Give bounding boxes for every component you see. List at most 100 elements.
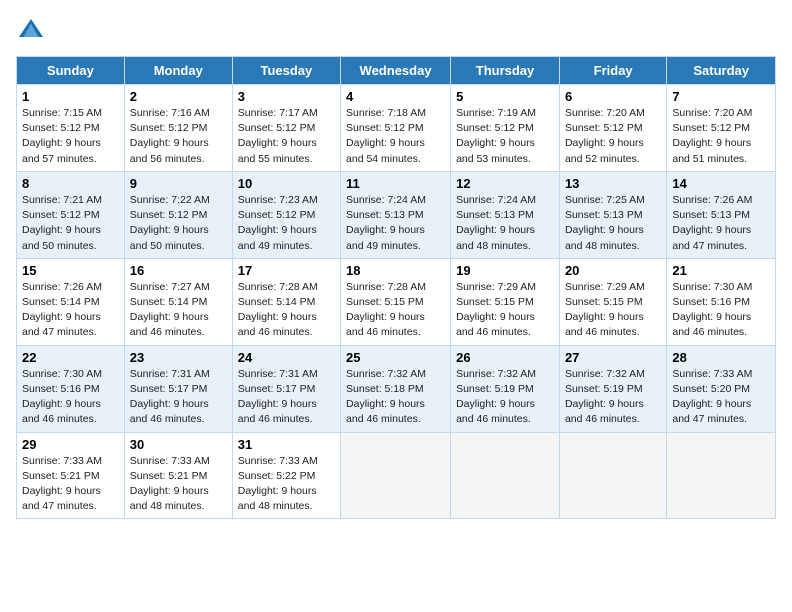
calendar-cell: 2 Sunrise: 7:16 AMSunset: 5:12 PMDaylight… bbox=[124, 85, 232, 172]
day-info: Sunrise: 7:21 AMSunset: 5:12 PMDaylight:… bbox=[22, 193, 119, 254]
day-number: 5 bbox=[456, 89, 554, 104]
day-number: 15 bbox=[22, 263, 119, 278]
calendar-cell: 30Sunrise: 7:33 AMSunset: 5:21 PMDayligh… bbox=[124, 432, 232, 519]
day-number: 17 bbox=[238, 263, 335, 278]
week-row-5: 29 Sunrise: 7:33 AMSunset: 5:21 PMDayligh… bbox=[17, 432, 776, 519]
day-number: 4 bbox=[346, 89, 445, 104]
day-number: 1 bbox=[22, 89, 119, 104]
day-info: Sunrise: 7:32 AMSunset: 5:19 PMDaylight:… bbox=[456, 367, 554, 428]
calendar-cell: 24 Sunrise: 7:31 AMSunset: 5:17 PMDayligh… bbox=[232, 345, 340, 432]
day-info: Sunrise: 7:31 AMSunset: 5:17 PMDaylight:… bbox=[238, 367, 335, 428]
calendar-cell: 31 Sunrise: 7:33 AMSunset: 5:22 PMDayligh… bbox=[232, 432, 340, 519]
calendar-cell: 15 Sunrise: 7:26 AMSunset: 5:14 PMDayligh… bbox=[17, 258, 125, 345]
day-info: Sunrise: 7:33 AMSunset: 5:20 PMDaylight:… bbox=[672, 367, 770, 428]
day-number: 6 bbox=[565, 89, 661, 104]
day-info: Sunrise: 7:30 AMSunset: 5:16 PMDaylight:… bbox=[22, 367, 119, 428]
calendar-cell: 27 Sunrise: 7:32 AMSunset: 5:19 PMDayligh… bbox=[559, 345, 666, 432]
calendar-cell: 9Sunrise: 7:22 AMSunset: 5:12 PMDaylight… bbox=[124, 171, 232, 258]
logo bbox=[16, 16, 50, 46]
calendar-cell: 14 Sunrise: 7:26 AMSunset: 5:13 PMDayligh… bbox=[667, 171, 776, 258]
calendar-cell: 17 Sunrise: 7:28 AMSunset: 5:14 PMDayligh… bbox=[232, 258, 340, 345]
calendar-cell: 6 Sunrise: 7:20 AMSunset: 5:12 PMDaylight… bbox=[559, 85, 666, 172]
day-number: 16 bbox=[130, 263, 227, 278]
calendar-cell: 4 Sunrise: 7:18 AMSunset: 5:12 PMDaylight… bbox=[341, 85, 451, 172]
day-info: Sunrise: 7:24 AMSunset: 5:13 PMDaylight:… bbox=[456, 193, 554, 254]
week-row-3: 15 Sunrise: 7:26 AMSunset: 5:14 PMDayligh… bbox=[17, 258, 776, 345]
calendar-cell bbox=[341, 432, 451, 519]
week-row-2: 8 Sunrise: 7:21 AMSunset: 5:12 PMDaylight… bbox=[17, 171, 776, 258]
day-info: Sunrise: 7:23 AMSunset: 5:12 PMDaylight:… bbox=[238, 193, 335, 254]
day-info: Sunrise: 7:33 AMSunset: 5:21 PMDaylight:… bbox=[22, 454, 119, 515]
calendar-cell: 11 Sunrise: 7:24 AMSunset: 5:13 PMDayligh… bbox=[341, 171, 451, 258]
calendar-cell: 5 Sunrise: 7:19 AMSunset: 5:12 PMDaylight… bbox=[451, 85, 560, 172]
day-number: 24 bbox=[238, 350, 335, 365]
calendar-cell: 3 Sunrise: 7:17 AMSunset: 5:12 PMDaylight… bbox=[232, 85, 340, 172]
calendar-cell: 20 Sunrise: 7:29 AMSunset: 5:15 PMDayligh… bbox=[559, 258, 666, 345]
day-number: 22 bbox=[22, 350, 119, 365]
day-info: Sunrise: 7:31 AMSunset: 5:17 PMDaylight:… bbox=[130, 367, 227, 428]
day-number: 7 bbox=[672, 89, 770, 104]
day-number: 20 bbox=[565, 263, 661, 278]
calendar-cell: 12 Sunrise: 7:24 AMSunset: 5:13 PMDayligh… bbox=[451, 171, 560, 258]
calendar-cell: 18 Sunrise: 7:28 AMSunset: 5:15 PMDayligh… bbox=[341, 258, 451, 345]
calendar-cell: 28 Sunrise: 7:33 AMSunset: 5:20 PMDayligh… bbox=[667, 345, 776, 432]
week-row-1: 1Sunrise: 7:15 AMSunset: 5:12 PMDaylight… bbox=[17, 85, 776, 172]
day-info: Sunrise: 7:16 AMSunset: 5:12 PMDaylight:… bbox=[130, 106, 227, 167]
header-tuesday: Tuesday bbox=[232, 57, 340, 85]
day-number: 12 bbox=[456, 176, 554, 191]
header-thursday: Thursday bbox=[451, 57, 560, 85]
calendar-body: 1Sunrise: 7:15 AMSunset: 5:12 PMDaylight… bbox=[17, 85, 776, 519]
day-info: Sunrise: 7:17 AMSunset: 5:12 PMDaylight:… bbox=[238, 106, 335, 167]
day-number: 11 bbox=[346, 176, 445, 191]
day-info: Sunrise: 7:29 AMSunset: 5:15 PMDaylight:… bbox=[456, 280, 554, 341]
day-info: Sunrise: 7:26 AMSunset: 5:14 PMDaylight:… bbox=[22, 280, 119, 341]
calendar-cell: 25 Sunrise: 7:32 AMSunset: 5:18 PMDayligh… bbox=[341, 345, 451, 432]
day-info: Sunrise: 7:29 AMSunset: 5:15 PMDaylight:… bbox=[565, 280, 661, 341]
day-number: 3 bbox=[238, 89, 335, 104]
calendar-table: SundayMondayTuesdayWednesdayThursdayFrid… bbox=[16, 56, 776, 519]
day-info: Sunrise: 7:20 AMSunset: 5:12 PMDaylight:… bbox=[565, 106, 661, 167]
day-number: 26 bbox=[456, 350, 554, 365]
day-info: Sunrise: 7:27 AMSunset: 5:14 PMDaylight:… bbox=[130, 280, 227, 341]
calendar-cell: 22 Sunrise: 7:30 AMSunset: 5:16 PMDayligh… bbox=[17, 345, 125, 432]
day-number: 8 bbox=[22, 176, 119, 191]
day-number: 27 bbox=[565, 350, 661, 365]
day-number: 2 bbox=[130, 89, 227, 104]
day-info: Sunrise: 7:32 AMSunset: 5:19 PMDaylight:… bbox=[565, 367, 661, 428]
day-info: Sunrise: 7:24 AMSunset: 5:13 PMDaylight:… bbox=[346, 193, 445, 254]
calendar-cell bbox=[667, 432, 776, 519]
day-info: Sunrise: 7:26 AMSunset: 5:13 PMDaylight:… bbox=[672, 193, 770, 254]
day-info: Sunrise: 7:33 AMSunset: 5:21 PMDaylight:… bbox=[130, 454, 227, 515]
day-info: Sunrise: 7:20 AMSunset: 5:12 PMDaylight:… bbox=[672, 106, 770, 167]
header-sunday: Sunday bbox=[17, 57, 125, 85]
day-info: Sunrise: 7:18 AMSunset: 5:12 PMDaylight:… bbox=[346, 106, 445, 167]
day-info: Sunrise: 7:28 AMSunset: 5:15 PMDaylight:… bbox=[346, 280, 445, 341]
day-info: Sunrise: 7:22 AMSunset: 5:12 PMDaylight:… bbox=[130, 193, 227, 254]
logo-icon bbox=[16, 16, 46, 46]
week-row-4: 22 Sunrise: 7:30 AMSunset: 5:16 PMDayligh… bbox=[17, 345, 776, 432]
day-number: 25 bbox=[346, 350, 445, 365]
day-info: Sunrise: 7:32 AMSunset: 5:18 PMDaylight:… bbox=[346, 367, 445, 428]
day-number: 19 bbox=[456, 263, 554, 278]
page-header bbox=[16, 16, 776, 46]
day-info: Sunrise: 7:28 AMSunset: 5:14 PMDaylight:… bbox=[238, 280, 335, 341]
day-number: 31 bbox=[238, 437, 335, 452]
calendar-cell: 16 Sunrise: 7:27 AMSunset: 5:14 PMDayligh… bbox=[124, 258, 232, 345]
day-info: Sunrise: 7:33 AMSunset: 5:22 PMDaylight:… bbox=[238, 454, 335, 515]
day-info: Sunrise: 7:25 AMSunset: 5:13 PMDaylight:… bbox=[565, 193, 661, 254]
day-info: Sunrise: 7:19 AMSunset: 5:12 PMDaylight:… bbox=[456, 106, 554, 167]
calendar-cell: 7 Sunrise: 7:20 AMSunset: 5:12 PMDaylight… bbox=[667, 85, 776, 172]
day-info: Sunrise: 7:30 AMSunset: 5:16 PMDaylight:… bbox=[672, 280, 770, 341]
day-number: 21 bbox=[672, 263, 770, 278]
header-monday: Monday bbox=[124, 57, 232, 85]
calendar-cell: 19 Sunrise: 7:29 AMSunset: 5:15 PMDayligh… bbox=[451, 258, 560, 345]
day-number: 29 bbox=[22, 437, 119, 452]
day-number: 18 bbox=[346, 263, 445, 278]
day-number: 14 bbox=[672, 176, 770, 191]
calendar-cell: 10Sunrise: 7:23 AMSunset: 5:12 PMDayligh… bbox=[232, 171, 340, 258]
day-number: 28 bbox=[672, 350, 770, 365]
calendar-cell bbox=[451, 432, 560, 519]
calendar-cell: 21 Sunrise: 7:30 AMSunset: 5:16 PMDayligh… bbox=[667, 258, 776, 345]
calendar-header-row: SundayMondayTuesdayWednesdayThursdayFrid… bbox=[17, 57, 776, 85]
calendar-cell: 23Sunrise: 7:31 AMSunset: 5:17 PMDayligh… bbox=[124, 345, 232, 432]
